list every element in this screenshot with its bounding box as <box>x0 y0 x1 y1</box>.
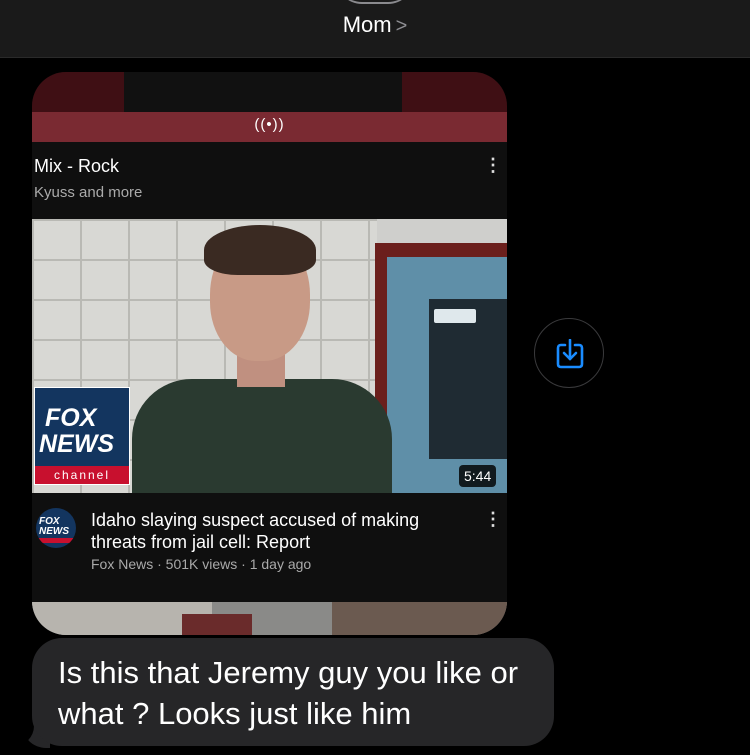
person-hair <box>204 225 316 275</box>
contact-name-button[interactable]: Mom > <box>0 12 750 38</box>
next-thumb-part <box>182 614 252 635</box>
next-video-thumbnail[interactable] <box>32 602 507 635</box>
chevron-right-icon: > <box>395 15 408 37</box>
channel-avatar-text: FOX NEWS <box>39 516 69 537</box>
door-window <box>429 299 507 459</box>
mix-title[interactable]: Mix - Rock <box>34 156 119 177</box>
video-meta: Fox News · 501K views · 1 day ago <box>91 556 312 572</box>
mix-thumbnail[interactable]: ((•)) <box>32 72 507 142</box>
contact-name: Mom <box>342 12 392 37</box>
mix-thumbnail-dark <box>124 72 402 112</box>
more-options-icon[interactable]: ⋮ <box>484 156 502 174</box>
contact-avatar[interactable] <box>336 0 414 4</box>
ceiling-light <box>434 309 476 323</box>
logo-news-text: NEWS <box>39 430 114 458</box>
video-thumbnail[interactable]: FOX NEWS channel <box>32 219 507 493</box>
message-text: Is this that Jeremy guy you like or what… <box>58 655 519 731</box>
channel-avatar[interactable]: FOX NEWS <box>36 508 76 548</box>
logo-fox-text: FOX <box>45 404 97 432</box>
save-to-device-icon <box>556 339 584 369</box>
video-more-options-icon[interactable]: ⋮ <box>484 510 502 528</box>
person-body <box>132 379 392 493</box>
conversation-header: Mom > <box>0 0 750 58</box>
fox-news-logo: FOX NEWS channel <box>34 387 130 485</box>
link-preview-card[interactable]: ((•)) Mix - Rock Kyuss and more ⋮ FOX NE… <box>32 72 507 635</box>
video-duration-badge: 5:44 <box>459 465 497 487</box>
video-title[interactable]: Idaho slaying suspect accused of making … <box>91 509 451 553</box>
channel-avatar-bar <box>36 538 76 543</box>
live-radio-icon: ((•)) <box>254 116 285 133</box>
next-thumb-part <box>332 602 507 635</box>
save-to-device-button[interactable] <box>534 318 604 388</box>
logo-channel-text: channel <box>35 466 129 484</box>
mix-subtitle: Kyuss and more <box>34 184 143 201</box>
